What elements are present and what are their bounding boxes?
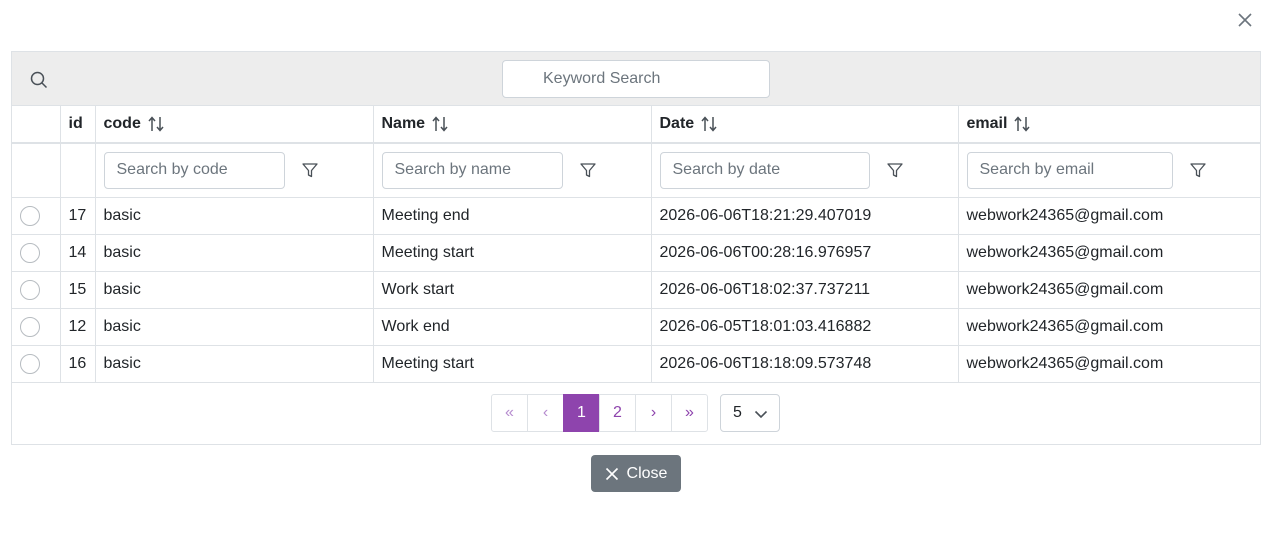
cell-name: Meeting end xyxy=(373,197,652,235)
sort-icon[interactable] xyxy=(147,115,165,133)
cell-email: webwork24365@gmail.com xyxy=(958,308,1260,346)
page-1-button[interactable]: 1 xyxy=(563,394,600,432)
table-row[interactable]: 17 basic Meeting end 2026-06-06T18:21:29… xyxy=(12,197,1260,235)
col-select-header xyxy=(12,106,61,144)
row-radio[interactable] xyxy=(20,205,40,226)
cell-date: 2026-06-06T18:18:09.573748 xyxy=(651,345,959,383)
cell-date: 2026-06-06T18:21:29.407019 xyxy=(651,197,959,235)
filter-icon[interactable] xyxy=(1189,161,1207,179)
code-filter-input[interactable] xyxy=(103,151,285,189)
col-name-label: Name xyxy=(381,115,426,133)
close-button[interactable]: Close xyxy=(591,455,681,492)
row-radio[interactable] xyxy=(20,353,40,374)
cell-code: basic xyxy=(95,234,374,272)
close-button-label: Close xyxy=(626,464,668,482)
row-select-cell xyxy=(12,345,61,383)
cell-date: 2026-06-05T18:01:03.416882 xyxy=(651,308,959,346)
sort-icon[interactable] xyxy=(1013,115,1031,133)
cell-date: 2026-06-06T00:28:16.976957 xyxy=(651,234,959,272)
row-select-cell xyxy=(12,271,61,309)
cell-name: Work end xyxy=(373,308,652,346)
keyword-search-input[interactable] xyxy=(502,60,770,98)
filter-icon[interactable] xyxy=(579,161,597,179)
cell-email: webwork24365@gmail.com xyxy=(958,234,1260,272)
close-icon xyxy=(605,467,618,480)
name-filter-input[interactable] xyxy=(381,151,563,189)
cell-id: 17 xyxy=(60,197,96,235)
data-table: id code Name Date email 17 basic Meeting… xyxy=(12,106,1260,383)
col-code-header[interactable]: code xyxy=(95,106,374,144)
data-table-panel: id code Name Date email 17 basic Meeting… xyxy=(11,51,1261,445)
filter-icon[interactable] xyxy=(886,161,904,179)
page-2-button[interactable]: 2 xyxy=(599,394,636,432)
next-page-button[interactable]: › xyxy=(635,394,672,432)
cell-code: basic xyxy=(95,197,374,235)
table-row[interactable]: 15 basic Work start 2026-06-06T18:02:37.… xyxy=(12,271,1260,309)
cell-code: basic xyxy=(95,345,374,383)
last-page-button[interactable]: » xyxy=(671,394,708,432)
cell-code: basic xyxy=(95,271,374,309)
paginator: « ‹ 1 2 › » xyxy=(491,394,708,432)
table-row[interactable]: 14 basic Meeting start 2026-06-06T00:28:… xyxy=(12,234,1260,272)
email-filter-input[interactable] xyxy=(966,151,1173,189)
row-select-cell xyxy=(12,197,61,235)
chevron-down-icon xyxy=(754,410,768,419)
col-email-label: email xyxy=(966,115,1008,133)
cell-email: webwork24365@gmail.com xyxy=(958,271,1260,309)
search-icon xyxy=(30,71,48,89)
cell-id: 16 xyxy=(60,345,96,383)
col-id-header: id xyxy=(60,106,96,144)
col-code-label: code xyxy=(103,115,141,133)
col-name-header[interactable]: Name xyxy=(373,106,652,144)
date-filter-input[interactable] xyxy=(659,151,870,189)
table-row[interactable]: 16 basic Meeting start 2026-06-06T18:18:… xyxy=(12,345,1260,383)
cell-id: 14 xyxy=(60,234,96,272)
table-header-row: id code Name Date email xyxy=(12,106,1260,144)
table-row[interactable]: 12 basic Work end 2026-06-05T18:01:03.41… xyxy=(12,308,1260,346)
col-date-label: Date xyxy=(659,115,695,133)
rows-per-page-value: 5 xyxy=(733,404,742,421)
filter-row xyxy=(12,143,1260,198)
filter-icon[interactable] xyxy=(301,161,319,179)
cell-name: Work start xyxy=(373,271,652,309)
cell-name: Meeting start xyxy=(373,345,652,383)
cell-email: webwork24365@gmail.com xyxy=(958,197,1260,235)
prev-page-button[interactable]: ‹ xyxy=(527,394,564,432)
row-select-cell xyxy=(12,308,61,346)
first-page-button[interactable]: « xyxy=(491,394,528,432)
cell-date: 2026-06-06T18:02:37.737211 xyxy=(651,271,959,309)
table-toolbar xyxy=(12,52,1260,106)
cell-email: webwork24365@gmail.com xyxy=(958,345,1260,383)
cell-code: basic xyxy=(95,308,374,346)
row-radio[interactable] xyxy=(20,316,40,337)
col-date-header[interactable]: Date xyxy=(651,106,959,144)
row-select-cell xyxy=(12,234,61,272)
cell-name: Meeting start xyxy=(373,234,652,272)
row-radio[interactable] xyxy=(20,279,40,300)
cell-id: 12 xyxy=(60,308,96,346)
cell-id: 15 xyxy=(60,271,96,309)
rows-per-page-dropdown[interactable]: 5 xyxy=(720,394,780,432)
dialog-close-icon[interactable] xyxy=(1233,8,1257,32)
sort-icon[interactable] xyxy=(431,115,449,133)
row-radio[interactable] xyxy=(20,242,40,263)
sort-icon[interactable] xyxy=(700,115,718,133)
col-email-header[interactable]: email xyxy=(958,106,1260,144)
col-id-label: id xyxy=(68,115,83,132)
